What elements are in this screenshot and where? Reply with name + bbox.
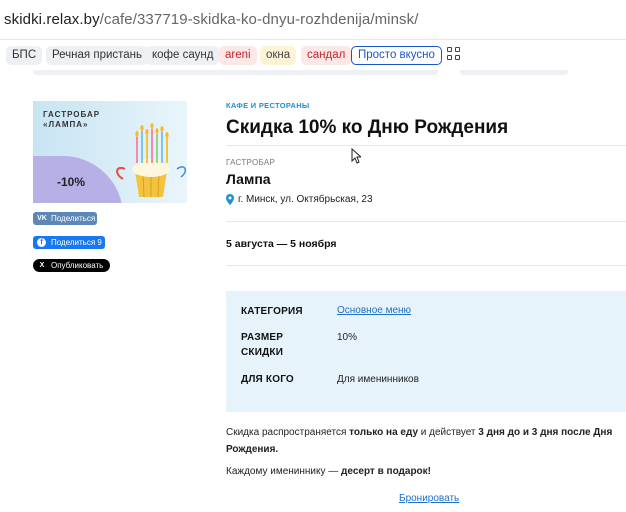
divider: [226, 265, 626, 266]
bookmark-river-pier[interactable]: Речная пристань: [46, 46, 149, 65]
cupcake-icon: [116, 123, 187, 198]
share-facebook-button[interactable]: f Поделиться 9: [33, 236, 105, 249]
promo-brand: ГАСТРОБАР «ЛАМПА»: [43, 110, 100, 130]
details-who-label: ДЛЯ КОГО: [241, 374, 294, 385]
bookmarks-bar: БПС Речная пристань кофе саунд areni окн…: [0, 40, 626, 70]
url-path: /cafe/337719-skidka-ko-dnyu-rozhdenija/m…: [99, 11, 419, 28]
offer-dates: 5 августа — 5 ноября: [226, 238, 337, 250]
details-box: КАТЕГОРИЯ Основное меню РАЗМЕР СКИДКИ 10…: [226, 291, 626, 412]
share-x-label: Опубликовать: [51, 261, 104, 270]
details-size-value: 10%: [337, 332, 358, 343]
page-strip-right: [460, 70, 568, 75]
category-link[interactable]: КАФЕ И РЕСТОРАНЫ: [226, 101, 310, 110]
details-category-link[interactable]: Основное меню: [337, 305, 411, 316]
page-strip-left: [33, 70, 438, 75]
page-title: Скидка 10% ко Дню Рождения: [226, 117, 509, 138]
facebook-icon: f: [37, 238, 46, 247]
bookmark-bps[interactable]: БПС: [6, 46, 43, 65]
x-icon: X: [39, 262, 45, 269]
share-vk-label: Поделиться: [51, 214, 96, 223]
divider: [226, 221, 626, 222]
share-vk-button[interactable]: VK Поделиться: [33, 212, 97, 225]
url-text[interactable]: skidki.relax.by/cafe/337719-skidka-ko-dn…: [4, 11, 419, 28]
address-bar[interactable]: skidki.relax.by/cafe/337719-skidka-ko-dn…: [0, 0, 626, 40]
details-category-label: КАТЕГОРИЯ: [241, 306, 303, 317]
bookmark-sandal[interactable]: сандал: [301, 46, 352, 65]
location-pin-icon: [226, 194, 234, 205]
promo-brand-line1: ГАСТРОБАР: [43, 110, 101, 119]
mouse-cursor-icon: [351, 148, 361, 164]
url-host: skidki.relax.by: [4, 11, 100, 28]
description-text: и действует: [418, 427, 479, 438]
vk-icon: VK: [37, 215, 47, 222]
place-type: ГАСТРОБАР: [226, 158, 276, 167]
description-paragraph: Скидка распространяется только на еду и …: [226, 424, 626, 458]
details-who-value: Для именинников: [337, 374, 419, 385]
gift-bold: десерт в подарок!: [341, 466, 432, 477]
bookmark-simply-tasty[interactable]: Просто вкусно: [351, 46, 442, 65]
bookmark-areni[interactable]: areni: [219, 46, 257, 65]
book-link[interactable]: Бронировать: [399, 493, 459, 504]
address: г. Минск, ул. Октябрьская, 23: [238, 194, 373, 205]
divider: [226, 145, 626, 146]
promo-brand-line2: «ЛАМПА»: [43, 120, 89, 129]
details-size-label-2: СКИДКИ: [241, 347, 284, 358]
share-facebook-label: Поделиться 9: [51, 238, 102, 247]
bookmark-coffee-sound[interactable]: кофе саунд: [146, 46, 220, 65]
share-x-button[interactable]: X Опубликовать: [33, 259, 110, 272]
gift-text: Каждому имениннику —: [226, 466, 342, 477]
description-bold: только на еду: [349, 427, 419, 438]
description-text: Скидка распространяется: [226, 427, 350, 438]
gift-paragraph: Каждому имениннику — десерт в подарок!: [226, 466, 431, 477]
promo-image: ГАСТРОБАР «ЛАМПА» -10%: [33, 101, 187, 203]
promo-discount: -10%: [57, 175, 86, 189]
place-name-link[interactable]: Лампа: [226, 171, 271, 187]
bookmark-windows[interactable]: окна: [260, 46, 297, 65]
apps-grid-icon[interactable]: [447, 47, 461, 61]
details-size-label: РАЗМЕР: [241, 332, 284, 343]
